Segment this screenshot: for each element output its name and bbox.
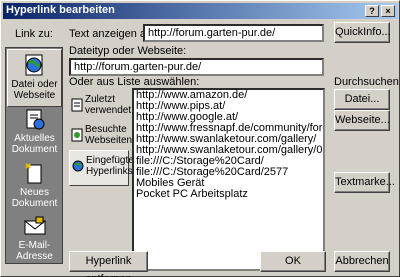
link-to-label: Link zu: <box>15 28 53 40</box>
browse-file-button[interactable]: Datei... <box>334 89 390 110</box>
globe-document-icon <box>25 54 42 76</box>
close-button[interactable]: × <box>381 5 395 17</box>
browse-label: Durchsuchen: <box>334 76 400 88</box>
display-text-input[interactable]: http://forum.garten-pur.de/ <box>143 24 324 42</box>
inserted-links-button[interactable]: Eingefügte Hyperlinks <box>69 150 134 186</box>
recent-label: Zuletzt verwendet <box>85 94 132 116</box>
bookmark-button[interactable]: Textmarke... <box>334 172 395 193</box>
linkbar-label: Neues Dokument <box>11 187 58 209</box>
hyperlink-dialog: Hyperlink bearbeiten ? × Link zu: Text a… <box>0 0 400 277</box>
list-item[interactable]: Pocket PC Arbeitsplatz <box>134 189 323 200</box>
visited-pages-icon <box>71 128 83 142</box>
cancel-button[interactable]: Abbrechen <box>334 251 390 272</box>
link-to-bar: Datei oder Webseite Aktuelles Dokument N… <box>5 47 63 264</box>
visited-pages-label: Besuchte Webseiten <box>85 124 133 146</box>
new-document-icon <box>24 163 41 184</box>
inserted-links-label: Eingefügte Hyperlinks <box>86 155 134 177</box>
select-from-list-label: Oder aus Liste auswählen: <box>69 76 200 88</box>
title-bar: Hyperlink bearbeiten ? × <box>3 3 398 19</box>
recent-icon <box>71 98 83 112</box>
remove-hyperlink-button[interactable]: Hyperlink entfernen <box>69 251 148 277</box>
browse-webpage-button[interactable]: Webseite... <box>334 110 390 131</box>
linkbar-label: E-Mail-Adresse <box>16 240 53 262</box>
email-icon <box>24 216 45 235</box>
linkbar-item-new-document[interactable]: Neues Dokument <box>7 158 62 216</box>
help-button[interactable]: ? <box>365 5 379 17</box>
linkbar-label: Aktuelles Dokument <box>11 133 58 155</box>
quickinfo-button[interactable]: QuickInfo... <box>334 22 391 43</box>
linkbar-item-file-or-webpage[interactable]: Datei oder Webseite <box>7 49 62 107</box>
link-list[interactable]: http://www.amazon.de/ http://www.pips.at… <box>132 88 325 271</box>
linkbar-item-current-document[interactable]: Aktuelles Dokument <box>7 104 62 162</box>
inserted-links-icon <box>72 160 84 172</box>
list-type-buttons: Zuletzt verwendet Besuchte Webseiten Ein… <box>69 88 134 271</box>
linkbar-label: Datei oder Webseite <box>11 79 58 101</box>
current-document-icon <box>26 109 44 130</box>
address-input[interactable]: http://forum.garten-pur.de/ <box>69 58 324 76</box>
dialog-title: Hyperlink bearbeiten <box>6 4 115 16</box>
ok-button[interactable]: OK <box>260 251 326 272</box>
linkbar-item-email-address[interactable]: E-Mail-Adresse <box>7 211 62 269</box>
address-label: Dateityp oder Webseite: <box>69 45 187 57</box>
